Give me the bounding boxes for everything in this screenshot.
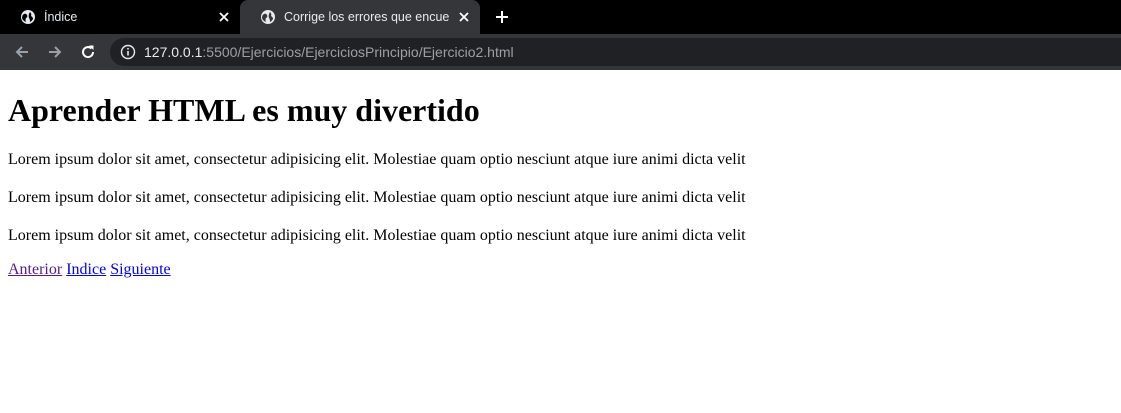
tab-corrige-errores[interactable]: Corrige los errores que encuentres [240, 0, 480, 34]
plus-icon [496, 11, 508, 23]
arrow-left-icon [15, 46, 28, 58]
tab-title: Corrige los errores que encuentres [284, 10, 450, 24]
next-link[interactable]: Siguiente [110, 261, 170, 278]
index-link[interactable]: Indice [66, 261, 106, 278]
address-bar[interactable]: 127.0.0.1:5500/Ejercicios/EjerciciosPrin… [110, 38, 1121, 66]
paragraph: Lorem ipsum dolor sit amet, consectetur … [8, 151, 746, 168]
url-host: 127.0.0.1 [144, 44, 203, 60]
url-path: :5500/Ejercicios/EjerciciosPrincipio/Eje… [202, 44, 514, 60]
reload-button[interactable] [74, 38, 102, 66]
back-button[interactable] [8, 38, 36, 66]
new-tab-button[interactable] [488, 3, 516, 31]
arrow-right-icon [49, 46, 62, 58]
close-tab-icon[interactable] [456, 9, 472, 25]
tab-title: Índice [44, 10, 78, 24]
previous-link[interactable]: Anterior [8, 261, 62, 278]
info-icon[interactable] [120, 44, 136, 60]
page-content: Aprender HTML es muy divertido Lorem ips… [0, 91, 1121, 279]
reload-icon [82, 45, 95, 59]
globe-icon [261, 10, 275, 24]
forward-button[interactable] [41, 38, 69, 66]
close-tab-icon[interactable] [216, 9, 232, 25]
globe-icon [21, 10, 35, 24]
paragraph: Lorem ipsum dolor sit amet, consectetur … [8, 189, 746, 206]
browser-toolbar: 127.0.0.1:5500/Ejercicios/EjerciciosPrin… [0, 34, 1121, 70]
page-heading: Aprender HTML es muy divertido [8, 92, 480, 128]
tab-indice[interactable]: Índice [0, 0, 240, 34]
browser-tab-strip: Índice Corrige los errores que encuentre… [0, 0, 1121, 34]
paragraph: Lorem ipsum dolor sit amet, consectetur … [8, 227, 746, 244]
navigation-links: Anterior Indice Siguiente [8, 261, 1113, 279]
